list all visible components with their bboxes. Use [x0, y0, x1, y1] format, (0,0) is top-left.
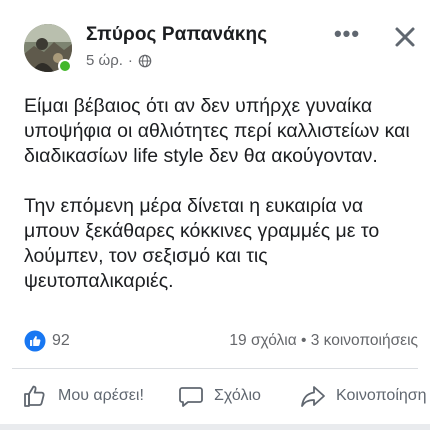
author-name[interactable]: Σπύρος Ραπανάκης — [86, 24, 267, 46]
thumbs-up-icon — [24, 385, 45, 407]
reaction-count[interactable]: 92 — [52, 332, 70, 350]
comment-label: Σχόλιο — [214, 387, 261, 404]
like-label: Μου αρέσει! — [58, 387, 144, 404]
comment-button[interactable]: Σχόλιο — [178, 378, 261, 414]
comment-bubble-icon — [179, 387, 203, 407]
facebook-post: Σπύρος Ραπανάκης 5 ώρ. · ••• Είμαι βέβαι… — [0, 0, 430, 430]
post-actions-bar: Μου αρέσει! Σχόλιο Κοινοποίηση — [0, 378, 430, 416]
post-stats: 92 19 σχόλια • 3 κοινοποιήσεις — [24, 328, 418, 354]
online-status-dot — [58, 59, 72, 73]
share-arrow-icon — [301, 386, 325, 407]
post-text: Είμαι βέβαιος ότι αν δεν υπήρχε γυναίκα … — [24, 94, 414, 294]
more-options-button[interactable]: ••• — [330, 21, 364, 46]
close-button[interactable] — [390, 22, 420, 52]
like-reaction-icon[interactable] — [24, 330, 46, 352]
post-meta: 5 ώρ. · — [86, 52, 152, 69]
divider — [12, 368, 418, 369]
post-paragraph: Την επόμενη μέρα δίνεται η ευκαιρία να μ… — [24, 195, 380, 292]
like-button[interactable]: Μου αρέσει! — [22, 378, 144, 414]
globe-icon — [138, 54, 152, 67]
post-timestamp[interactable]: 5 ώρ. — [86, 52, 123, 69]
post-paragraph: Είμαι βέβαιος ότι αν δεν υπήρχε γυναίκα … — [24, 95, 410, 167]
comments-shares-count[interactable]: 19 σχόλια • 3 κοινοποιήσεις — [229, 332, 418, 350]
meta-separator: · — [127, 52, 133, 69]
share-button[interactable]: Κοινοποίηση — [300, 378, 427, 414]
share-label: Κοινοποίηση — [336, 387, 427, 404]
feed-separator — [0, 424, 430, 430]
more-dots-icon: ••• — [333, 21, 361, 46]
close-icon — [395, 27, 415, 47]
